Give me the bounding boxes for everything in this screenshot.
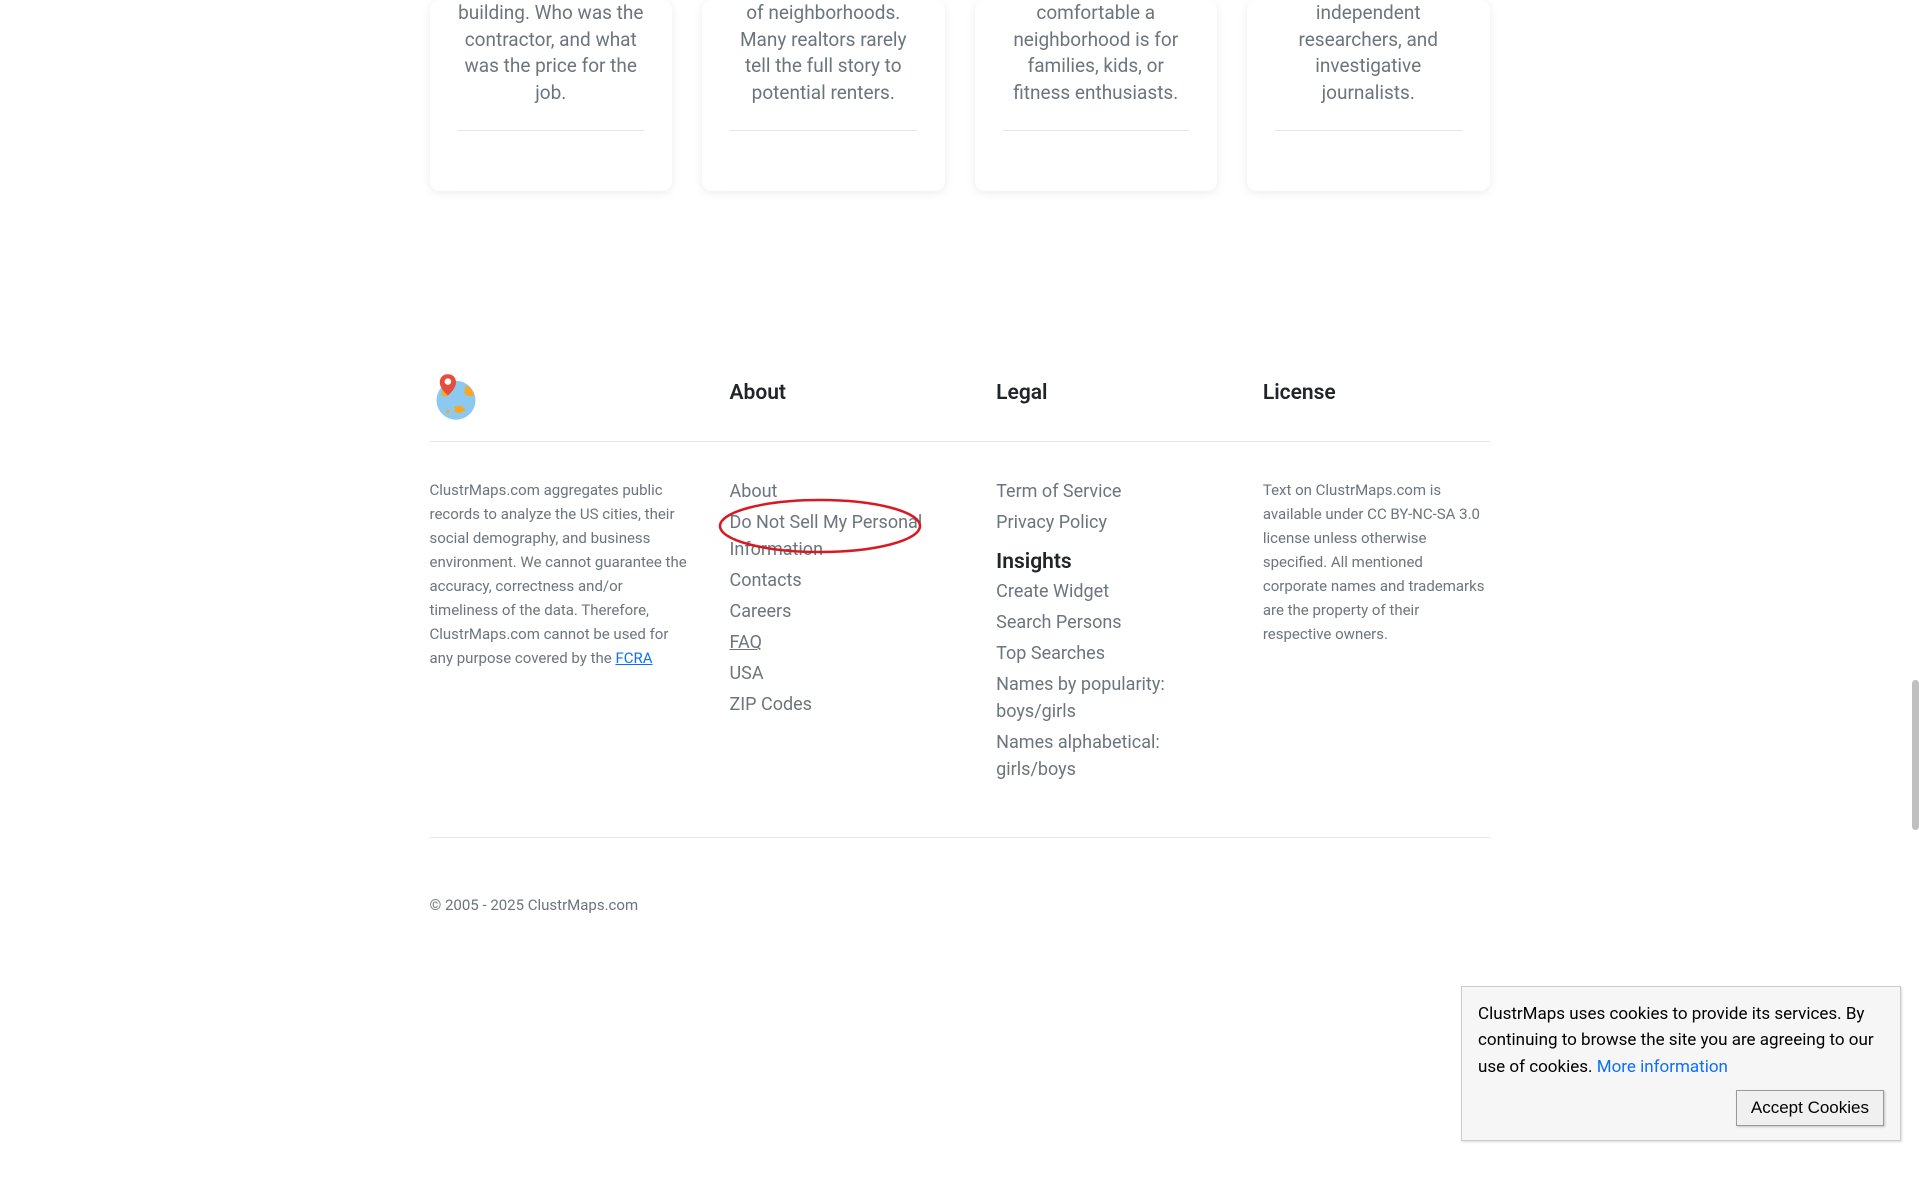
card-3: comfortable a neighborhood is for famili… xyxy=(975,0,1218,191)
footer-about-heading-col: About xyxy=(730,371,957,423)
license-heading: License xyxy=(1263,381,1490,405)
card-text: comfortable a neighborhood is for famili… xyxy=(1003,0,1190,131)
boys-pop-link[interactable]: boys xyxy=(996,701,1034,722)
search-persons-link[interactable]: Search Persons xyxy=(996,612,1121,633)
globe-pin-icon xyxy=(430,371,482,423)
scrollbar[interactable] xyxy=(1912,0,1919,1199)
top-searches-link[interactable]: Top Searches xyxy=(996,643,1105,664)
copyright-row: © 2005 - 2025 ClustrMaps.com xyxy=(430,837,1490,974)
cards-row: building. Who was the contractor, and wh… xyxy=(430,0,1490,191)
tos-link[interactable]: Term of Service xyxy=(996,481,1121,502)
footer-body: ClustrMaps.com aggregates public records… xyxy=(430,478,1490,787)
accept-cookies-button[interactable]: Accept Cookies xyxy=(1736,1090,1884,1126)
usa-link[interactable]: USA xyxy=(730,663,764,684)
cookie-text: ClustrMaps uses cookies to provide its s… xyxy=(1478,1001,1884,1080)
footer-about-links: About Do Not Sell My Personal Informatio… xyxy=(730,478,957,787)
card-2: of neighborhoods. Many realtors rarely t… xyxy=(702,0,945,191)
boys-alpha-link[interactable]: boys xyxy=(1038,759,1076,780)
footer-license-heading-col: License xyxy=(1263,371,1490,423)
scrollbar-thumb[interactable] xyxy=(1912,680,1919,830)
card-1: building. Who was the contractor, and wh… xyxy=(430,0,673,191)
privacy-link[interactable]: Privacy Policy xyxy=(996,512,1107,533)
about-heading: About xyxy=(730,381,957,405)
footer-logo-col xyxy=(430,371,690,423)
girls-pop-link[interactable]: girls xyxy=(1042,701,1076,722)
footer-legal-links: Term of Service Privacy Policy Insights … xyxy=(996,478,1223,787)
footer-header-row: About Legal License xyxy=(430,371,1490,442)
legal-heading: Legal xyxy=(996,381,1223,405)
footer-legal-heading-col: Legal xyxy=(996,371,1223,423)
careers-link[interactable]: Careers xyxy=(730,601,792,622)
about-link[interactable]: About xyxy=(730,481,778,502)
create-widget-link[interactable]: Create Widget xyxy=(996,581,1109,602)
zip-codes-link[interactable]: ZIP Codes xyxy=(730,694,812,715)
do-not-sell-link[interactable]: Do Not Sell My Personal Information xyxy=(730,512,923,560)
footer-desc-text: ClustrMaps.com aggregates public records… xyxy=(430,481,687,667)
names-alpha-row: Names alphabetical: girls/boys xyxy=(996,729,1223,783)
copyright: © 2005 - 2025 ClustrMaps.com xyxy=(430,896,1490,914)
footer-desc-col: ClustrMaps.com aggregates public records… xyxy=(430,478,690,787)
card-4: independent researchers, and investigati… xyxy=(1247,0,1490,191)
contacts-link[interactable]: Contacts xyxy=(730,570,802,591)
names-pop-label: Names by popularity: xyxy=(996,674,1165,695)
cookie-more-link[interactable]: More information xyxy=(1597,1057,1728,1077)
cookie-banner: ClustrMaps uses cookies to provide its s… xyxy=(1461,986,1901,1141)
main-container: building. Who was the contractor, and wh… xyxy=(410,0,1510,974)
faq-link[interactable]: FAQ xyxy=(730,632,762,653)
license-text: Text on ClustrMaps.com is available unde… xyxy=(1263,478,1490,646)
names-alpha-label: Names alphabetical: xyxy=(996,732,1160,753)
fcra-link[interactable]: FCRA xyxy=(615,649,652,667)
names-popularity-row: Names by popularity: boys/girls xyxy=(996,671,1223,725)
footer-desc: ClustrMaps.com aggregates public records… xyxy=(430,478,690,670)
girls-alpha-link[interactable]: girls xyxy=(996,759,1030,780)
insights-heading: Insights xyxy=(996,550,1223,574)
card-text: building. Who was the contractor, and wh… xyxy=(458,0,645,131)
card-text: independent researchers, and investigati… xyxy=(1275,0,1462,131)
card-text: of neighborhoods. Many realtors rarely t… xyxy=(730,0,917,131)
footer-license-col: Text on ClustrMaps.com is available unde… xyxy=(1263,478,1490,787)
